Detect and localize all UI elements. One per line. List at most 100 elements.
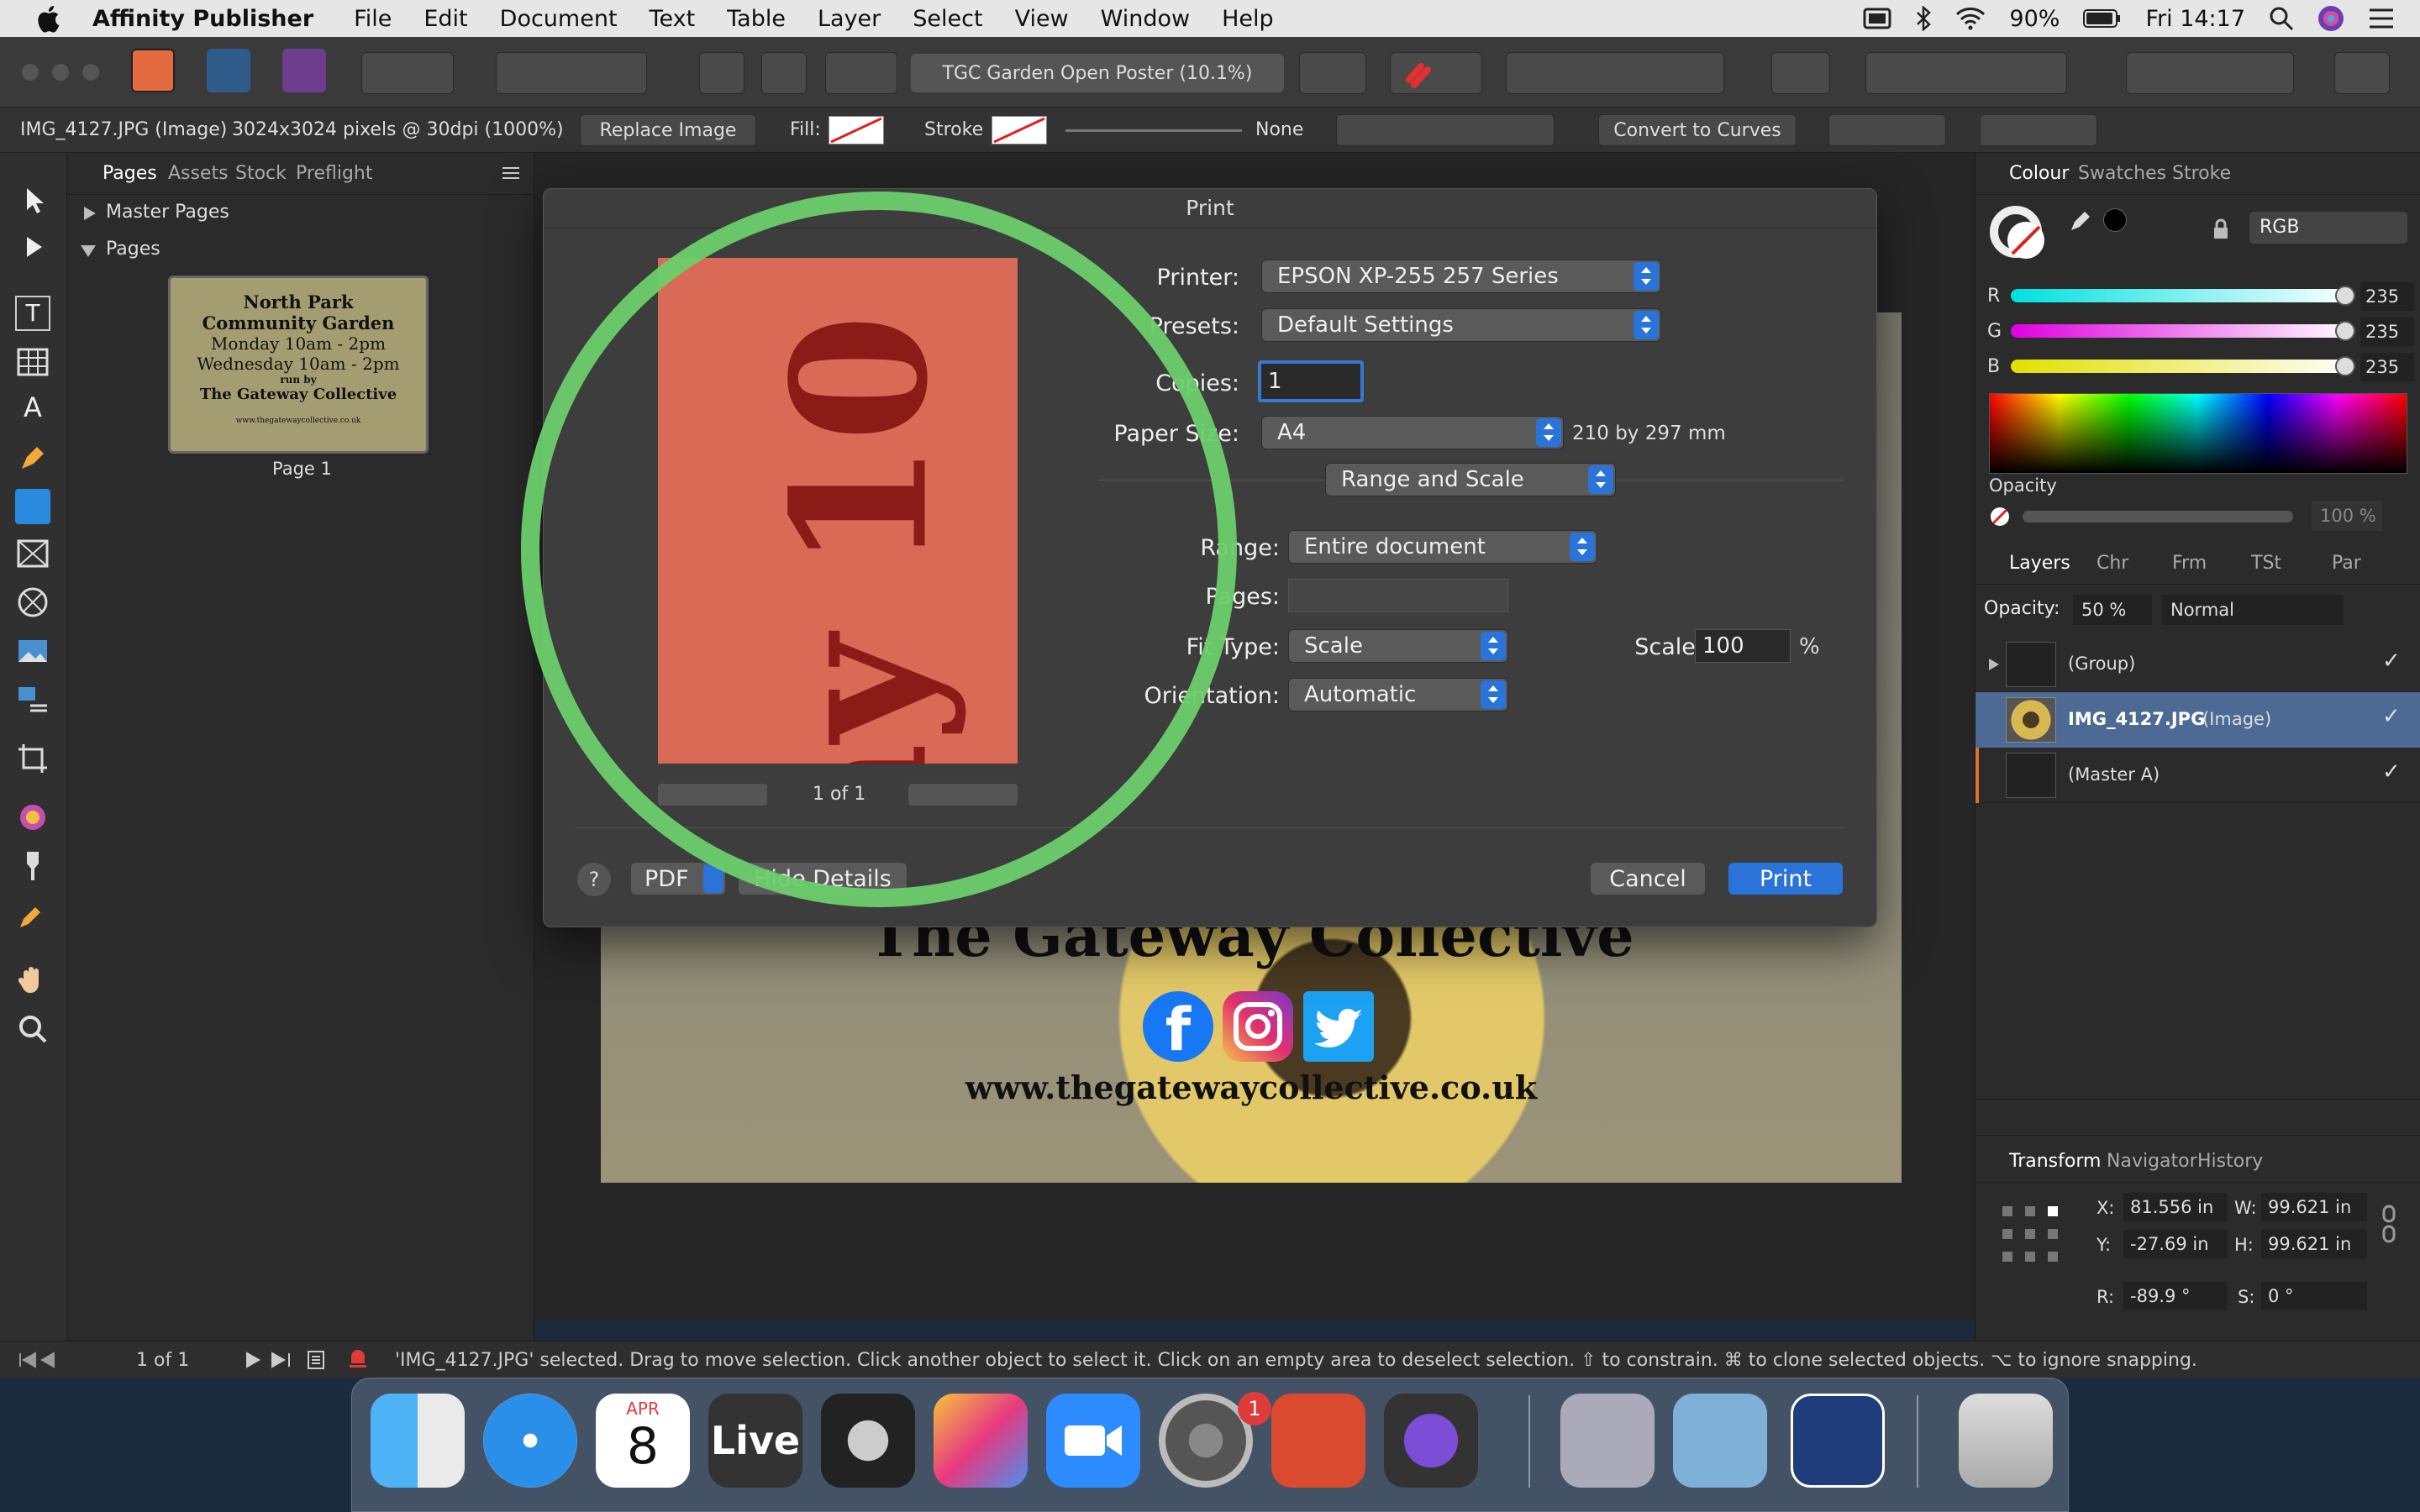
g-slider-handle[interactable]: [2335, 321, 2355, 341]
display-icon[interactable]: [1863, 8, 1891, 29]
baseline-grid-icon[interactable]: [1299, 52, 1366, 94]
group-disclosure-icon[interactable]: [1987, 657, 2001, 672]
battery-icon[interactable]: [2083, 8, 2122, 29]
crop-tool-icon[interactable]: [15, 741, 50, 776]
r-slider[interactable]: [2011, 289, 2355, 302]
opacity-value[interactable]: 100 %: [2312, 501, 2382, 531]
g-slider[interactable]: [2011, 324, 2355, 338]
layer-visibility-check-icon[interactable]: ✓: [2382, 704, 2401, 729]
align-vertical-buttons[interactable]: [1980, 114, 2097, 146]
control-center-icon[interactable]: [2368, 8, 2395, 29]
spotlight-search-icon[interactable]: [2269, 6, 2294, 31]
replace-image-button[interactable]: Replace Image: [580, 114, 756, 146]
colour-picker-wheel-icon[interactable]: [15, 800, 50, 835]
w-field[interactable]: 99.621 in: [2261, 1193, 2367, 1221]
orientation-select[interactable]: Automatic: [1288, 678, 1508, 711]
document-title[interactable]: TGC Garden Open Poster (10.1%): [911, 54, 1284, 92]
menu-view[interactable]: View: [1015, 6, 1069, 32]
motion-icon[interactable]: [1384, 1394, 1478, 1488]
calendar-icon[interactable]: APR 8: [596, 1394, 690, 1488]
x-field[interactable]: 81.556 in: [2123, 1193, 2228, 1221]
apple-menu-icon[interactable]: [34, 3, 62, 34]
range-select[interactable]: Entire document: [1288, 530, 1597, 564]
affinity-publisher-dock-icon[interactable]: [1271, 1394, 1365, 1488]
panel-menu-icon[interactable]: [502, 166, 523, 181]
eyedropper-tool-icon[interactable]: [15, 897, 50, 932]
account-icon[interactable]: [2334, 52, 2390, 94]
tab-preflight[interactable]: Preflight: [296, 163, 372, 184]
rectangle-tool-icon[interactable]: [15, 489, 50, 524]
safari-icon[interactable]: [483, 1394, 577, 1488]
menu-document[interactable]: Document: [500, 6, 618, 32]
layer-visibility-check-icon[interactable]: ✓: [2382, 759, 2401, 785]
ellipse-frame-tool-icon[interactable]: [15, 585, 50, 620]
trash-icon[interactable]: [1959, 1394, 2053, 1488]
page-actions[interactable]: [420, 200, 519, 267]
fill-stroke-selector-icon[interactable]: [1989, 202, 2056, 269]
move-tool-icon[interactable]: [15, 183, 50, 218]
colour-model-select[interactable]: RGB: [2249, 212, 2407, 244]
stroke-width-slider[interactable]: [1065, 129, 1242, 132]
next-page-icon[interactable]: [244, 1352, 294, 1368]
layer-visibility-check-icon[interactable]: ✓: [2382, 648, 2401, 674]
copies-input[interactable]: 1: [1258, 360, 1364, 402]
help-button[interactable]: ?: [577, 863, 611, 896]
b-value[interactable]: 235: [2360, 353, 2414, 381]
section-select[interactable]: Range and Scale: [1325, 463, 1616, 496]
printer-select[interactable]: EPSON XP-255 257 Series: [1261, 260, 1661, 293]
menu-edit[interactable]: Edit: [424, 6, 467, 32]
finder-icon[interactable]: [371, 1394, 465, 1488]
tab-text-styles[interactable]: TSt: [2251, 553, 2281, 574]
app-menu[interactable]: Affinity Publisher: [92, 6, 313, 32]
tab-frame[interactable]: Frm: [2172, 553, 2207, 574]
fit-type-select[interactable]: Scale: [1288, 629, 1508, 663]
opacity-slider[interactable]: [2023, 511, 2293, 522]
pin-icon[interactable]: [699, 52, 744, 94]
zoom-icon[interactable]: [1046, 1394, 1140, 1488]
image-info[interactable]: 3024x3024 pixels @ 30dpi (1000%): [232, 119, 564, 140]
layer-row-image[interactable]: IMG_4127.JPG (Image) ✓: [1975, 692, 2420, 748]
cancel-button[interactable]: Cancel: [1591, 863, 1705, 895]
tab-pages[interactable]: Pages: [103, 163, 157, 184]
designer-persona-icon[interactable]: [207, 49, 250, 92]
picture-frame-tool-icon[interactable]: [15, 536, 50, 571]
artistic-text-tool-icon[interactable]: A: [15, 391, 50, 427]
y-field[interactable]: -27.69 in: [2123, 1230, 2228, 1258]
align-icon[interactable]: [1771, 52, 1830, 94]
table-tool-icon[interactable]: [15, 344, 50, 380]
shear-field[interactable]: 0 °: [2261, 1282, 2367, 1310]
view-mode-buttons[interactable]: [496, 52, 647, 94]
frame-text-tool-icon[interactable]: T: [15, 296, 50, 331]
menu-table[interactable]: Table: [727, 6, 786, 32]
paper-size-select[interactable]: A4: [1261, 416, 1564, 449]
boolean-buttons[interactable]: [2126, 52, 2294, 94]
text-frame-icon[interactable]: [761, 52, 807, 94]
tab-assets[interactable]: Assets: [168, 163, 229, 184]
pages-disclosure-icon[interactable]: [79, 244, 97, 259]
geometry-buttons[interactable]: [1336, 114, 1555, 146]
clock[interactable]: Fri 14:17: [2145, 6, 2245, 32]
place-image-tool-icon[interactable]: [15, 633, 50, 669]
pen-tool-icon[interactable]: [15, 440, 50, 475]
share-buttons[interactable]: [361, 52, 454, 94]
tab-colour[interactable]: Colour: [2009, 163, 2069, 184]
layers-footer-actions[interactable]: [1975, 1099, 2420, 1136]
menu-window[interactable]: Window: [1101, 6, 1190, 32]
g-value[interactable]: 235: [2360, 318, 2414, 346]
convert-to-curves-button[interactable]: Convert to Curves: [1598, 114, 1797, 146]
pages-input[interactable]: [1288, 579, 1508, 612]
logic-pro-icon[interactable]: [821, 1394, 915, 1488]
align-horizontal-buttons[interactable]: [1828, 114, 1946, 146]
final-cut-pro-icon[interactable]: [934, 1394, 1028, 1488]
publisher-persona-icon[interactable]: [131, 49, 175, 92]
menu-text[interactable]: Text: [650, 6, 696, 32]
layer-opacity-value[interactable]: 50 %: [2073, 595, 2152, 625]
wifi-icon[interactable]: [1955, 7, 1986, 30]
tab-transform[interactable]: Transform: [2009, 1151, 2101, 1172]
master-pages-label[interactable]: Master Pages: [106, 202, 229, 223]
layer-row-master[interactable]: (Master A) ✓: [1975, 748, 2420, 803]
no-colour-icon[interactable]: [1989, 506, 2011, 528]
anchor-point-selector[interactable]: [2001, 1205, 2060, 1263]
print-button[interactable]: Print: [1728, 863, 1843, 895]
stroke-swatch[interactable]: [992, 116, 1047, 144]
